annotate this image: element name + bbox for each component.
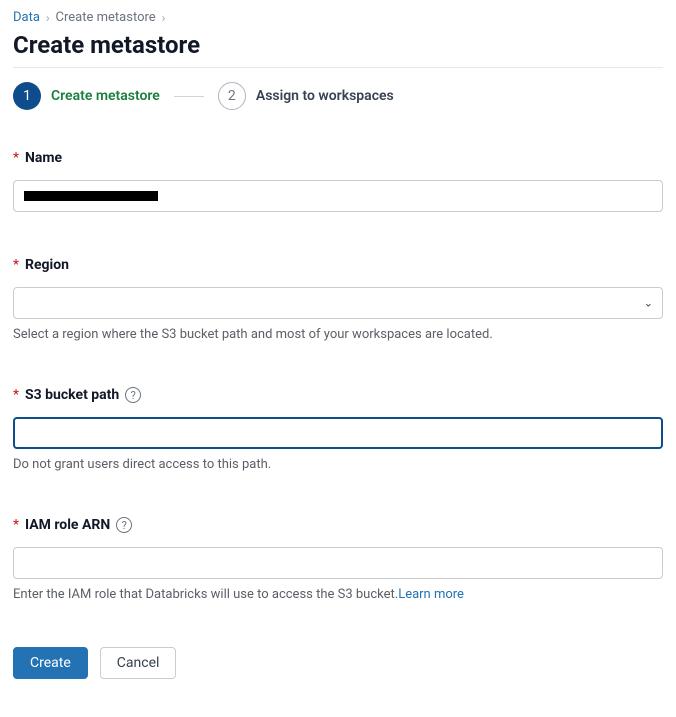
name-label-text: Name: [25, 150, 62, 166]
chevron-right-icon: ›: [162, 11, 166, 25]
help-icon[interactable]: ?: [125, 387, 141, 403]
region-help: Select a region where the S3 bucket path…: [13, 327, 663, 342]
s3-path-label-text: S3 bucket path: [25, 387, 119, 403]
region-label: * Region: [13, 257, 663, 273]
iam-role-help-text: Enter the IAM role that Databricks will …: [13, 587, 398, 602]
s3-path-help: Do not grant users direct access to this…: [13, 457, 663, 472]
breadcrumb-root[interactable]: Data: [13, 10, 40, 25]
s3-path-group: * S3 bucket path ? Do not grant users di…: [13, 387, 663, 472]
iam-role-label-text: IAM role ARN: [25, 517, 110, 533]
region-group: * Region ⌄ Select a region where the S3 …: [13, 257, 663, 342]
s3-path-input[interactable]: [13, 417, 663, 449]
iam-role-label: * IAM role ARN ?: [13, 517, 663, 533]
learn-more-link[interactable]: Learn more: [398, 587, 464, 602]
step-1-label: Create metastore: [51, 88, 160, 104]
iam-role-input[interactable]: [13, 547, 663, 579]
required-marker: *: [13, 517, 19, 533]
step-1[interactable]: 1 Create metastore: [13, 82, 160, 110]
required-marker: *: [13, 150, 19, 166]
step-1-number: 1: [13, 82, 41, 110]
stepper: 1 Create metastore 2 Assign to workspace…: [13, 82, 663, 110]
breadcrumb-current: Create metastore: [56, 10, 156, 25]
breadcrumb: Data › Create metastore ›: [13, 10, 663, 25]
page-title: Create metastore: [13, 31, 663, 59]
step-2-label: Assign to workspaces: [256, 88, 394, 104]
name-input[interactable]: [13, 180, 663, 212]
s3-path-label: * S3 bucket path ?: [13, 387, 663, 403]
region-label-text: Region: [25, 257, 69, 273]
cancel-button[interactable]: Cancel: [100, 647, 177, 679]
step-connector: [174, 96, 204, 97]
iam-role-group: * IAM role ARN ? Enter the IAM role that…: [13, 517, 663, 602]
region-select[interactable]: [13, 287, 663, 319]
iam-role-help: Enter the IAM role that Databricks will …: [13, 587, 663, 602]
required-marker: *: [13, 257, 19, 273]
divider: [13, 67, 663, 68]
help-icon[interactable]: ?: [116, 517, 132, 533]
chevron-right-icon: ›: [46, 11, 50, 25]
create-button[interactable]: Create: [13, 647, 88, 679]
button-row: Create Cancel: [13, 647, 663, 679]
required-marker: *: [13, 387, 19, 403]
step-2-number: 2: [218, 82, 246, 110]
name-label: * Name: [13, 150, 663, 166]
step-2[interactable]: 2 Assign to workspaces: [218, 82, 394, 110]
name-group: * Name: [13, 150, 663, 212]
